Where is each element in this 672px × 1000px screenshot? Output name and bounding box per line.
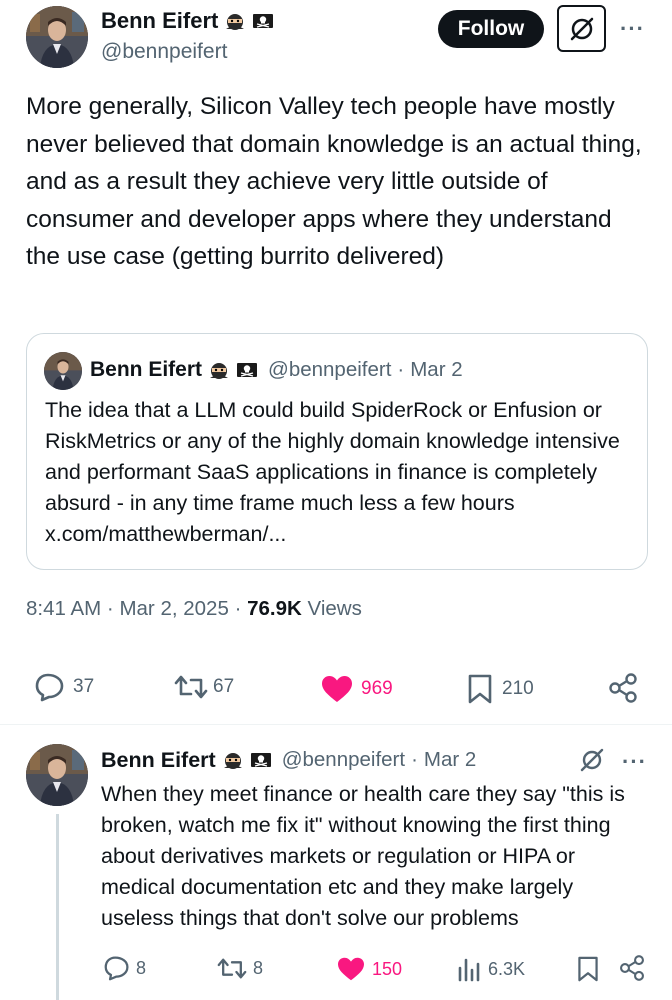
reply-like-count: 150 [372, 958, 403, 979]
bookmark-icon [468, 674, 492, 704]
like-button[interactable]: 969 [320, 674, 393, 704]
ninja-emoji-icon [222, 750, 244, 770]
grok-icon [570, 17, 593, 40]
reply-author-avatar[interactable] [26, 744, 88, 806]
ninja-emoji-icon [208, 360, 230, 380]
tweet-text: More generally, Silicon Valley tech peop… [26, 93, 642, 270]
repost-icon [217, 958, 247, 979]
pirate-flag-emoji-icon [250, 750, 272, 770]
author-avatar[interactable] [26, 6, 88, 68]
reply-share-button[interactable] [618, 954, 646, 982]
tweet-time[interactable]: 8:41 AM [26, 597, 101, 620]
reply-repost-button[interactable]: 8 [217, 956, 263, 981]
heart-filled-icon [322, 676, 352, 702]
ninja-emoji-icon [224, 11, 246, 31]
reply-like-button[interactable]: 150 [336, 956, 402, 982]
reply-icon [35, 673, 64, 702]
quoted-tweet-text: The idea that a LLM could build SpiderRo… [45, 398, 620, 546]
share-icon [609, 673, 637, 703]
reply-more-options-icon[interactable]: ··· [622, 751, 647, 773]
reply-author-handle[interactable]: @bennpeifert [282, 748, 405, 772]
analytics-icon [458, 958, 480, 982]
views-label: Views [307, 597, 362, 620]
repost-icon [174, 675, 208, 699]
section-divider [0, 724, 672, 725]
tweet-meta: 8:41 AM · Mar 2, 2025 · 76.9K Views [26, 597, 362, 621]
author-handle[interactable]: @bennpeifert [101, 40, 227, 64]
share-button[interactable] [607, 672, 639, 704]
repost-count: 67 [213, 676, 235, 697]
repost-button[interactable]: 67 [174, 673, 234, 701]
meta-separator: · [106, 597, 114, 620]
reply-reply-button[interactable]: 8 [103, 955, 146, 981]
like-count: 969 [361, 678, 393, 699]
quoted-date: Mar 2 [410, 358, 463, 381]
heart-filled-icon [338, 957, 364, 981]
pirate-flag-emoji-icon [236, 360, 258, 380]
more-options-icon[interactable]: ··· [620, 18, 645, 40]
thread-line [56, 814, 59, 1000]
share-icon [620, 955, 644, 981]
bookmark-count: 210 [502, 678, 534, 699]
reply-reply-count: 8 [136, 957, 147, 978]
quoted-author-name: Benn Eifert [90, 358, 203, 381]
author-name[interactable]: Benn Eifert [101, 8, 218, 34]
tweet-date[interactable]: Mar 2, 2025 [119, 597, 228, 620]
reply-button[interactable]: 37 [34, 672, 94, 702]
pirate-flag-emoji-icon [252, 11, 274, 31]
meta-separator: · [234, 597, 242, 620]
reply-text: When they meet finance or health care th… [101, 782, 625, 930]
reply-date[interactable]: Mar 2 [424, 748, 476, 772]
grok-button[interactable] [557, 5, 606, 52]
reply-icon [104, 956, 129, 981]
reply-count: 37 [73, 676, 95, 697]
quoted-author-handle: @bennpeifert [268, 358, 392, 381]
follow-button[interactable]: Follow [438, 10, 544, 48]
reply-repost-count: 8 [253, 958, 264, 978]
reply-views-button[interactable]: 6.3K [456, 956, 525, 982]
reply-author-name[interactable]: Benn Eifert [101, 748, 216, 773]
reply-bookmark-button[interactable] [576, 955, 600, 983]
quoted-separator: · [397, 358, 405, 381]
grok-icon [580, 748, 604, 772]
quoted-author-avatar[interactable] [44, 352, 82, 390]
reply-views-count: 6.3K [488, 958, 526, 979]
reply-separator: · [411, 748, 418, 771]
reply-grok-button[interactable] [578, 746, 606, 774]
views-count: 76.9K [247, 597, 302, 620]
bookmark-icon [578, 956, 598, 982]
bookmark-button[interactable]: 210 [466, 673, 534, 705]
